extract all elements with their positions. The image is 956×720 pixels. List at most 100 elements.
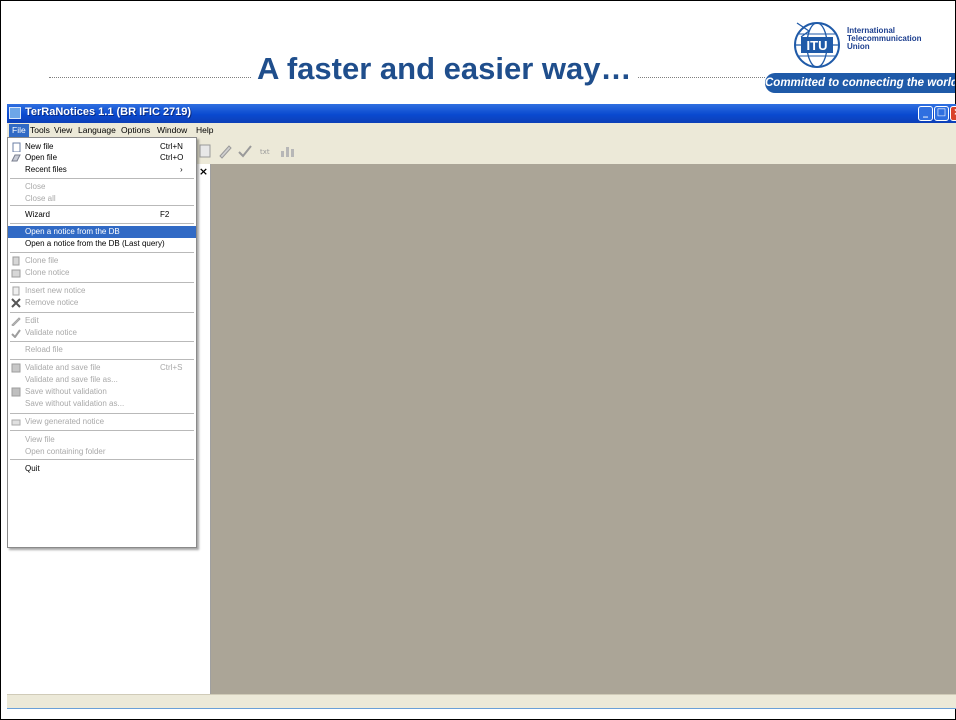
file-menu-item[interactable]: Open a notice from the DB (Last query) — [8, 238, 196, 250]
file-menu-item[interactable]: Reload file — [8, 344, 196, 356]
file-menu-dropdown: New file Ctrl+N Open file Ctrl+O Recent file… — [7, 137, 197, 548]
edit-icon — [11, 317, 21, 326]
file-menu-item-label: Open a notice from the DB — [25, 227, 120, 236]
file-menu-item-label: Recent files — [25, 165, 67, 174]
file-menu-item[interactable]: Open containing folder — [8, 446, 196, 458]
chart-toolbar-icon[interactable] — [279, 143, 295, 159]
validate-notice-icon — [11, 329, 21, 338]
file-menu-item-label: Open a notice from the DB (Last query) — [25, 239, 165, 248]
file-menu-item[interactable]: Edit — [8, 315, 196, 327]
file-menu-item[interactable]: Close — [8, 181, 196, 193]
file-menu-item[interactable]: Quit — [8, 463, 196, 475]
slide-title: A faster and easier way… — [251, 51, 638, 91]
file-menu-item-label: Close — [25, 182, 46, 191]
file-menu-item-shortcut: F2 — [160, 210, 170, 219]
edit-toolbar-icon[interactable] — [217, 143, 233, 159]
workspace-area — [211, 164, 956, 694]
file-menu-item[interactable]: Recent files › — [8, 164, 196, 176]
file-menu-item-label: Clone file — [25, 256, 59, 265]
file-menu-item-label: Close all — [25, 194, 56, 203]
close-window-button[interactable]: × — [950, 106, 956, 121]
file-menu-item[interactable]: Clone notice — [8, 267, 196, 279]
file-menu-item-label: Open file — [25, 153, 58, 162]
file-menu-item-label: Save without validation as... — [25, 399, 125, 408]
itu-name-block: International Telecommunication Union — [847, 27, 955, 51]
menu-separator — [10, 205, 194, 206]
status-bar — [7, 694, 956, 709]
file-menu-item[interactable]: View generated notice — [8, 416, 196, 428]
itu-tagline: Committed to connecting the world — [765, 73, 955, 93]
menu-view[interactable]: View — [51, 124, 75, 137]
file-menu-item-label: Edit — [25, 316, 39, 325]
menu-separator — [10, 223, 194, 224]
validate-save-icon — [11, 363, 21, 373]
file-menu-item[interactable]: Wizard F2 — [8, 209, 196, 221]
file-menu-item[interactable]: Open a notice from the DB — [8, 226, 196, 238]
file-menu-item[interactable]: Save without validation — [8, 386, 196, 398]
file-menu-item-label: Save without validation — [25, 387, 107, 396]
slide-header: A faster and easier way… ITU Internation… — [1, 1, 955, 101]
slide-bottom-rule — [7, 708, 956, 709]
menu-separator — [10, 459, 194, 460]
menu-tools[interactable]: Tools — [27, 124, 53, 137]
new-file-icon — [12, 142, 21, 152]
file-menu-item-label: Validate and save file as... — [25, 375, 118, 384]
file-menu-item-label: View generated notice — [25, 417, 105, 426]
file-menu-item[interactable]: Validate and save file as... — [8, 374, 196, 386]
menu-separator — [10, 312, 194, 313]
file-menu-item-label: Clone notice — [25, 268, 70, 277]
file-menu-item-shortcut: Ctrl+O — [160, 153, 184, 162]
file-menu-item-label: Quit — [25, 464, 40, 473]
svg-text:txt: txt — [260, 148, 270, 156]
menu-separator — [10, 341, 194, 342]
window-title: TerRaNotices 1.1 (BR IFIC 2719) — [25, 106, 192, 118]
open-file-icon — [11, 154, 21, 162]
menu-options[interactable]: Options — [118, 124, 153, 137]
save-icon — [11, 387, 21, 397]
menu-language[interactable]: Language — [75, 124, 119, 137]
menu-separator — [10, 178, 194, 179]
file-menu-item[interactable]: Open file Ctrl+O — [8, 152, 196, 164]
menu-window[interactable]: Window — [154, 124, 190, 137]
insert-notice-icon — [12, 286, 20, 296]
file-menu-item-label: Reload file — [25, 345, 63, 354]
menubar: File Tools View Language Options Window … — [7, 123, 956, 138]
view-notice-icon — [11, 419, 21, 426]
file-menu-item-label: Wizard — [25, 210, 50, 219]
file-menu-item[interactable]: Remove notice — [8, 297, 196, 309]
file-menu-item[interactable]: Save without validation as... — [8, 398, 196, 410]
file-menu-item[interactable]: Insert new notice — [8, 285, 196, 297]
app-icon — [9, 107, 21, 119]
menu-separator — [10, 282, 194, 283]
remove-notice-icon — [11, 298, 21, 308]
menu-separator — [10, 413, 194, 414]
maximize-button[interactable]: □ — [934, 106, 949, 121]
file-menu-item-label: Insert new notice — [25, 286, 86, 295]
file-menu-item-label: Validate notice — [25, 328, 77, 337]
format-toolbar-icon[interactable]: txt — [259, 143, 275, 159]
menu-file[interactable]: File — [9, 124, 29, 137]
file-menu-item[interactable]: Validate and save file Ctrl+S — [8, 362, 196, 374]
clone-notice-icon — [11, 269, 21, 278]
menu-help[interactable]: Help — [193, 124, 216, 137]
file-menu-item[interactable]: Clone file — [8, 255, 196, 267]
itu-globe-icon: ITU — [794, 22, 840, 68]
file-menu-item-label: View file — [25, 435, 55, 444]
itu-logo: ITU International Telecommunication Unio… — [761, 11, 955, 95]
app-window: TerRaNotices 1.1 (BR IFIC 2719) _ □ × Fi… — [7, 104, 956, 694]
itu-monogram: ITU — [807, 38, 828, 53]
notice-toolbar-icon[interactable] — [197, 143, 213, 159]
minimize-button[interactable]: _ — [918, 106, 933, 121]
file-menu-item[interactable]: Close all — [8, 193, 196, 205]
pane-close-button[interactable]: × — [198, 166, 209, 177]
validate-toolbar-icon[interactable] — [237, 143, 253, 159]
window-titlebar[interactable]: TerRaNotices 1.1 (BR IFIC 2719) _ □ × — [7, 104, 956, 123]
menu-separator — [10, 252, 194, 253]
file-menu-item-label: Remove notice — [25, 298, 79, 307]
file-menu-item-label: Open containing folder — [25, 447, 106, 456]
file-menu-item[interactable]: View file — [8, 434, 196, 446]
file-menu-item-shortcut: Ctrl+S — [160, 363, 183, 372]
file-menu-item[interactable]: Validate notice — [8, 327, 196, 339]
clone-file-icon — [12, 256, 20, 266]
itu-name-line3: Union — [847, 42, 870, 51]
